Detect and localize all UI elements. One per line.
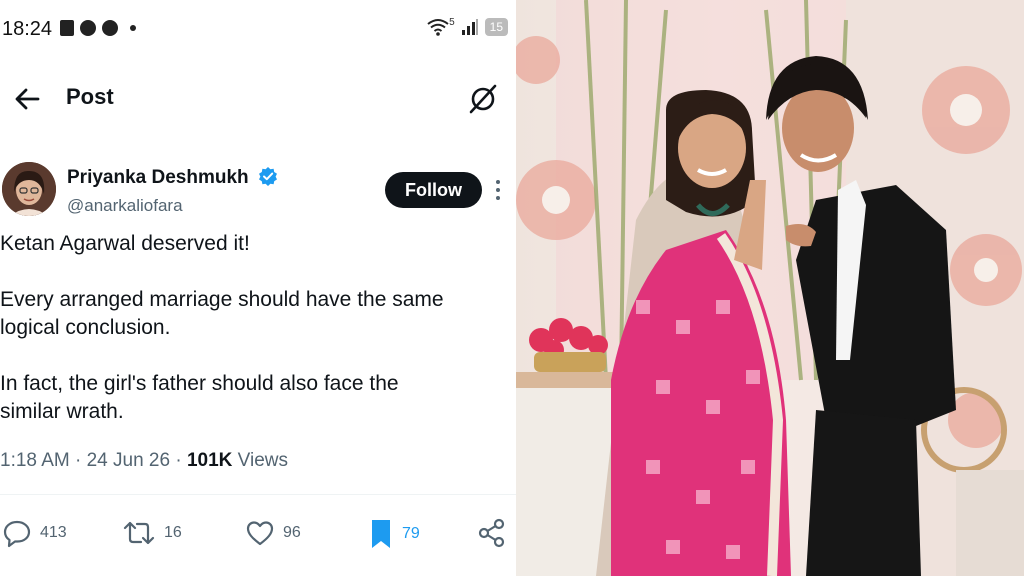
separator: · (75, 450, 87, 471)
like-button[interactable]: 96 (245, 518, 301, 548)
action-bar: 413 16 96 79 (0, 518, 516, 558)
avatar-image (2, 162, 56, 216)
battery-icon: 15 (484, 18, 508, 36)
tweet-text: Ketan Agarwal deserved it! Every arrange… (0, 230, 512, 454)
reply-icon (3, 520, 31, 548)
avatar[interactable] (2, 162, 56, 216)
author-name[interactable]: Priyanka Deshmukh (67, 166, 278, 189)
status-system-icons: 5 15 (427, 16, 508, 36)
message-icon (102, 20, 118, 36)
like-count: 96 (283, 524, 301, 541)
back-arrow-icon[interactable] (12, 84, 42, 114)
share-button[interactable] (478, 518, 506, 548)
tweet-date[interactable]: 24 Jun 26 (87, 450, 170, 471)
views-count[interactable]: 101K (187, 450, 232, 471)
repost-icon (123, 521, 155, 545)
bookmark-icon (372, 520, 390, 548)
heart-icon (246, 521, 274, 546)
post-panel: 18:24 5 15 Post Priyanka Deshmukh @anark… (0, 0, 516, 576)
reply-count: 413 (40, 524, 67, 541)
bookmark-button[interactable]: 79 (368, 518, 420, 550)
verified-badge-icon (258, 167, 277, 186)
follow-button[interactable]: Follow (385, 172, 482, 208)
tweet-paragraph: Every arranged marriage should have the … (0, 288, 444, 339)
more-options-icon[interactable] (494, 178, 502, 202)
reply-button[interactable]: 413 (2, 518, 67, 548)
whatsapp-icon (80, 20, 96, 36)
tweet-paragraph: Ketan Agarwal deserved it! (0, 232, 250, 255)
dot-icon (130, 25, 136, 31)
repost-count: 16 (164, 524, 182, 541)
tweet-paragraph: In fact, the girl's father should also f… (0, 372, 399, 423)
divider (0, 494, 516, 495)
page-title: Post (66, 84, 114, 109)
signal-icon (461, 19, 478, 35)
repost-button[interactable]: 16 (122, 518, 182, 548)
tweet-time[interactable]: 1:18 AM (0, 450, 70, 471)
separator: · (175, 450, 187, 471)
views-label: Views (237, 450, 289, 471)
post-photo[interactable] (516, 0, 1024, 576)
couple-photo-image (516, 0, 1024, 576)
share-icon (478, 518, 505, 548)
status-time: 18:24 (2, 18, 53, 40)
notification-alert-icon (60, 20, 74, 36)
grok-icon[interactable] (466, 82, 500, 116)
author-name-text: Priyanka Deshmukh (67, 167, 249, 188)
status-notification-icons (60, 20, 136, 36)
header: Post (0, 70, 516, 130)
tweet-meta: 1:18 AM · 24 Jun 26 · 101K Views (0, 450, 288, 472)
author-handle[interactable]: @anarkaliofara (67, 196, 183, 216)
wifi-icon (427, 19, 449, 36)
bookmark-count: 79 (402, 525, 420, 542)
status-bar: 18:24 5 15 (0, 0, 516, 60)
network-type: 5 (449, 16, 455, 28)
